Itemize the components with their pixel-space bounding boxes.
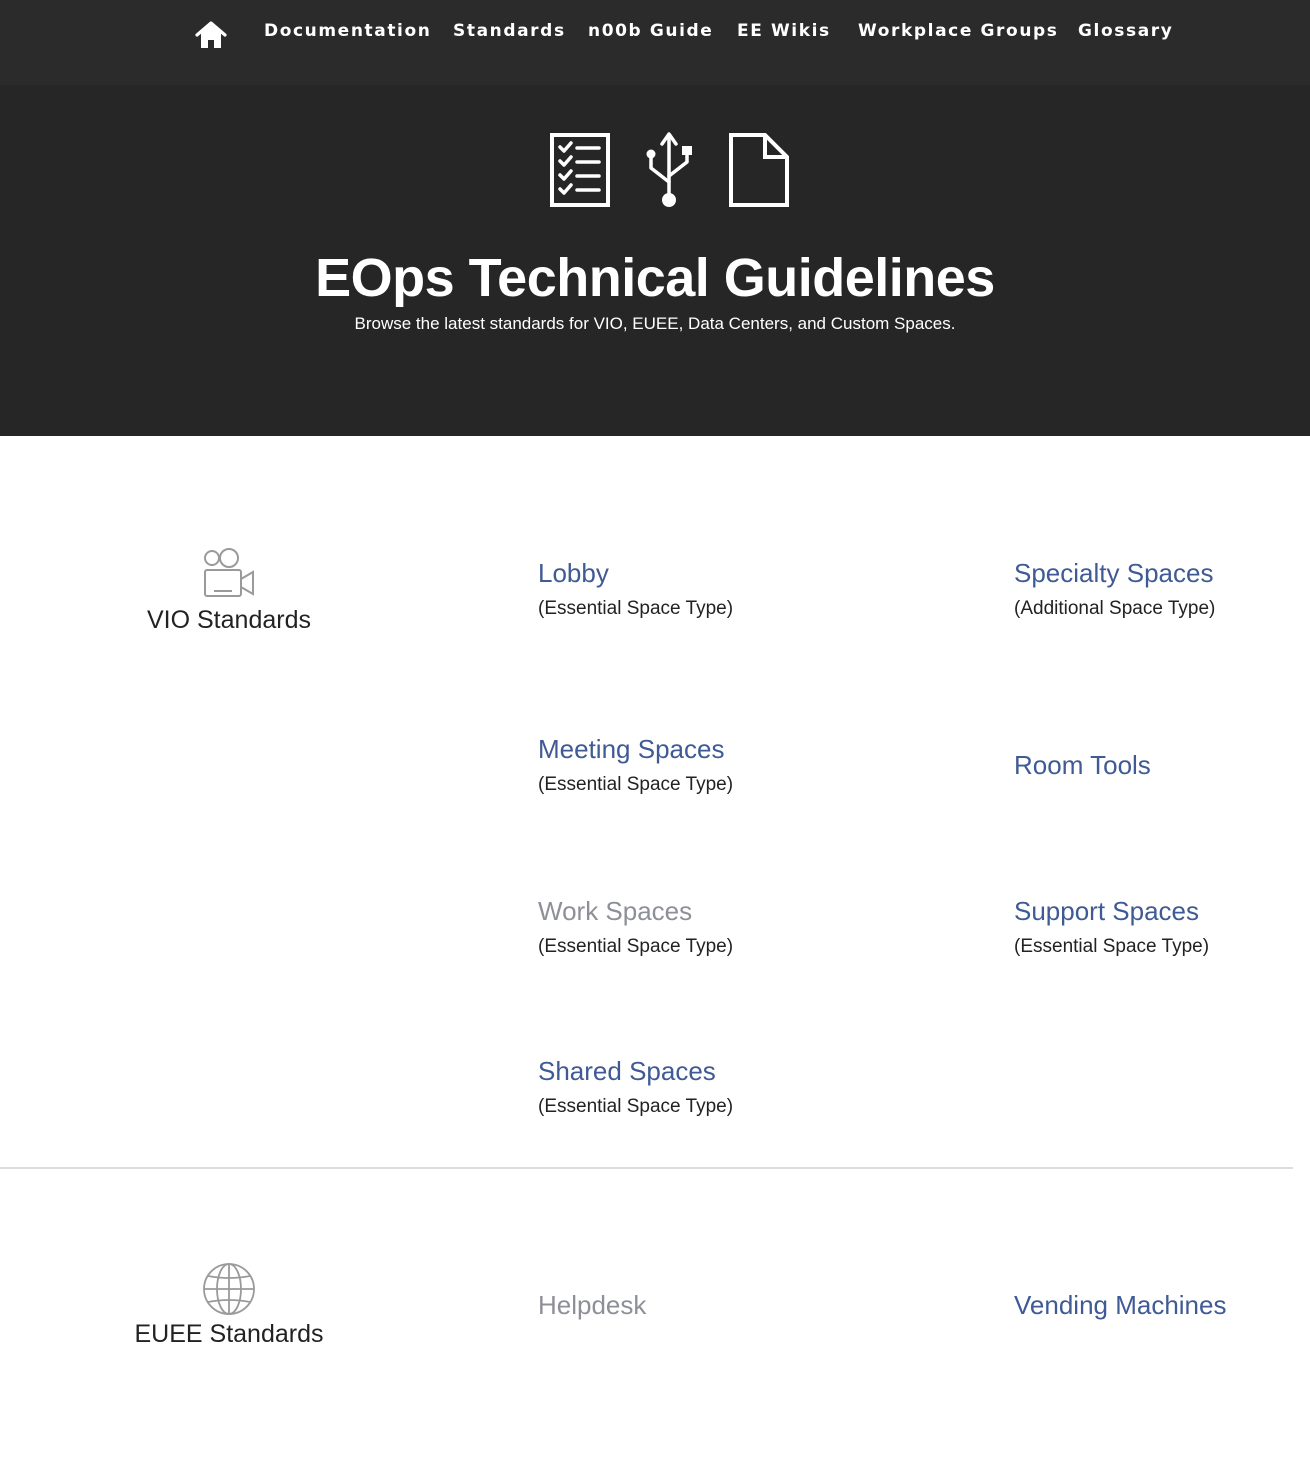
vio-standards-label: VIO Standards bbox=[147, 606, 311, 634]
lobby-subtitle: (Essential Space Type) bbox=[538, 598, 734, 619]
nav-documentation[interactable]: Documentation bbox=[264, 21, 431, 41]
top-navigation-bar: Documentation Standards n00b Guide EE Wi… bbox=[0, 0, 1310, 85]
nav-glossary[interactable]: Glossary bbox=[1078, 21, 1173, 41]
home-icon[interactable] bbox=[194, 20, 228, 50]
specialty-spaces-link[interactable]: Specialty Spaces bbox=[1014, 558, 1213, 589]
checklist-icon bbox=[550, 133, 610, 207]
usb-icon bbox=[646, 132, 692, 207]
room-tools-link[interactable]: Room Tools bbox=[1014, 750, 1151, 781]
meeting-spaces-subtitle: (Essential Space Type) bbox=[538, 774, 734, 795]
hero-icons bbox=[0, 130, 1310, 210]
video-camera-icon bbox=[204, 548, 254, 597]
shared-spaces-subtitle: (Essential Space Type) bbox=[538, 1096, 734, 1117]
work-spaces-link[interactable]: Work Spaces bbox=[538, 896, 692, 927]
globe-icon bbox=[203, 1263, 255, 1315]
document-icon bbox=[729, 133, 789, 207]
page-title: EOps Technical Guidelines bbox=[315, 248, 995, 308]
nav-workplace-groups[interactable]: Workplace Groups bbox=[858, 21, 1059, 41]
support-spaces-subtitle: (Essential Space Type) bbox=[1014, 936, 1210, 957]
hero-banner: EOps Technical Guidelines Browse the lat… bbox=[0, 85, 1310, 436]
page-subtitle: Browse the latest standards for VIO, EUE… bbox=[354, 314, 956, 333]
vending-machines-link[interactable]: Vending Machines bbox=[1014, 1290, 1226, 1321]
meeting-spaces-link[interactable]: Meeting Spaces bbox=[538, 734, 724, 765]
lobby-link[interactable]: Lobby bbox=[538, 558, 609, 589]
shared-spaces-link[interactable]: Shared Spaces bbox=[538, 1056, 716, 1087]
euee-standards-label: EUEE Standards bbox=[134, 1320, 324, 1348]
section-divider bbox=[0, 1167, 1293, 1169]
helpdesk-link[interactable]: Helpdesk bbox=[538, 1290, 646, 1321]
nav-n00b-guide[interactable]: n00b Guide bbox=[588, 21, 713, 41]
nav-standards[interactable]: Standards bbox=[453, 21, 566, 41]
nav-ee-wikis[interactable]: EE Wikis bbox=[737, 21, 831, 41]
support-spaces-link[interactable]: Support Spaces bbox=[1014, 896, 1199, 927]
specialty-spaces-subtitle: (Additional Space Type) bbox=[1014, 598, 1216, 619]
work-spaces-subtitle: (Essential Space Type) bbox=[538, 936, 734, 957]
